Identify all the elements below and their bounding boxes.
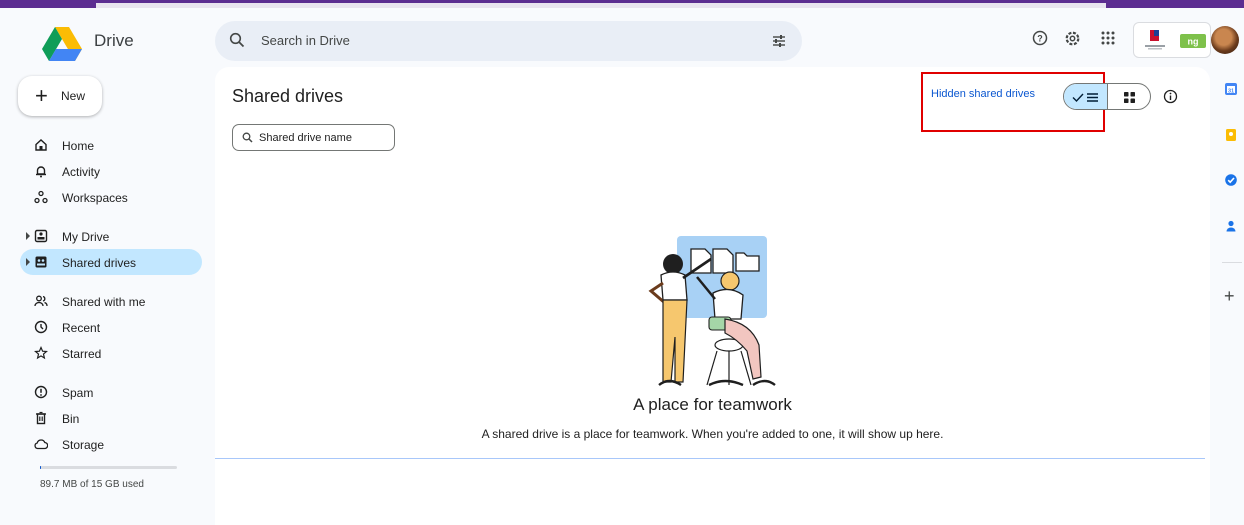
home-icon: [35, 139, 47, 151]
sidebar: + New Home Activity Workspaces My Drive …: [0, 66, 214, 525]
app-name[interactable]: Drive: [94, 31, 134, 51]
add-addon-plus-icon[interactable]: +: [1224, 286, 1235, 307]
trash-icon: [36, 411, 46, 425]
svg-text:ng: ng: [1188, 37, 1199, 47]
organization-logo-icon: [1145, 30, 1165, 50]
my-drive-icon: [34, 229, 48, 243]
shared-drive-name-filter[interactable]: Shared drive name: [232, 124, 395, 151]
empty-state-description: A shared drive is a place for teamwork. …: [481, 427, 944, 441]
bell-icon: [36, 166, 46, 178]
account-switcher[interactable]: ng: [1133, 22, 1211, 58]
content-divider: [215, 458, 1205, 459]
tasks-icon[interactable]: [1224, 173, 1238, 187]
new-button[interactable]: + New: [18, 76, 102, 116]
sidebar-item-label: Recent: [62, 321, 101, 335]
sidebar-item-label: Storage: [62, 438, 105, 452]
people-icon: [34, 295, 48, 307]
hidden-shared-drives-link[interactable]: Hidden shared drives: [931, 88, 1035, 100]
settings-icon[interactable]: [1064, 30, 1081, 47]
sidebar-item-label: Shared drives: [62, 256, 137, 270]
spam-icon: [34, 385, 48, 399]
sidebar-item-storage[interactable]: Storage: [20, 431, 202, 457]
new-button-label: New: [61, 89, 86, 103]
check-list-icon: [1072, 93, 1098, 103]
search-icon[interactable]: [229, 32, 245, 48]
search-icon: [242, 132, 253, 143]
plus-icon: +: [35, 83, 48, 108]
rail-divider: [1222, 262, 1242, 263]
sidebar-item-recent[interactable]: Recent: [20, 314, 202, 340]
sidebar-item-shared-drives[interactable]: Shared drives: [20, 249, 202, 275]
keep-icon[interactable]: [1224, 128, 1238, 142]
browser-top-strip: [0, 0, 1244, 8]
search-input[interactable]: Search in Drive: [261, 33, 350, 48]
side-panel-rail: 31 +: [1218, 66, 1244, 525]
workspaces-icon: [34, 190, 48, 204]
grid-icon: [1124, 92, 1135, 103]
expand-caret-icon[interactable]: [26, 232, 30, 240]
sidebar-item-my-drive[interactable]: My Drive: [20, 223, 202, 249]
shared-drives-icon: [35, 256, 47, 268]
view-toggle[interactable]: [1063, 83, 1151, 110]
sidebar-item-home[interactable]: Home: [20, 132, 202, 158]
storage-usage-text: 89.7 MB of 15 GB used: [40, 479, 144, 490]
app-header: Drive Search in Drive ? ng: [0, 8, 1244, 66]
sidebar-item-label: Bin: [62, 412, 80, 426]
cloud-icon: [34, 439, 48, 450]
calendar-icon[interactable]: 31: [1224, 82, 1238, 96]
svg-text:?: ?: [1037, 34, 1043, 44]
sidebar-item-label: Spam: [62, 386, 94, 400]
grid-view-button[interactable]: [1108, 84, 1150, 109]
avatar[interactable]: [1211, 26, 1239, 54]
sidebar-item-label: Starred: [62, 347, 102, 361]
star-icon: [34, 346, 48, 360]
sidebar-item-label: My Drive: [62, 230, 110, 244]
list-view-button[interactable]: [1064, 84, 1108, 109]
help-icon[interactable]: ?: [1032, 30, 1048, 46]
search-options-icon[interactable]: [771, 33, 787, 49]
svg-text:31: 31: [1228, 88, 1234, 94]
info-icon[interactable]: [1163, 89, 1178, 104]
sidebar-item-bin[interactable]: Bin: [20, 405, 202, 431]
storage-progress-bar: [40, 466, 177, 469]
filter-input[interactable]: Shared drive name: [259, 132, 352, 144]
expand-caret-icon[interactable]: [26, 258, 30, 266]
empty-state-title: A place for teamwork: [633, 395, 792, 414]
teamwork-illustration: [648, 236, 776, 387]
clock-icon: [34, 320, 48, 334]
contacts-icon[interactable]: [1224, 219, 1238, 233]
main-content: Shared drives Shared drive name Hidden s…: [215, 67, 1210, 525]
drive-logo-icon[interactable]: [42, 27, 82, 61]
sidebar-item-label: Workspaces: [62, 191, 128, 205]
search-bar[interactable]: Search in Drive: [215, 21, 802, 61]
sidebar-item-starred[interactable]: Starred: [20, 340, 202, 366]
sidebar-item-workspaces[interactable]: Workspaces: [20, 184, 202, 210]
apps-grid-icon[interactable]: [1100, 30, 1116, 46]
sidebar-item-spam[interactable]: Spam: [20, 379, 202, 405]
partner-logo-icon: ng: [1180, 34, 1206, 48]
storage-progress-fill: [40, 466, 41, 469]
sidebar-item-label: Home: [62, 139, 95, 153]
sidebar-item-label: Shared with me: [62, 295, 146, 309]
sidebar-item-activity[interactable]: Activity: [20, 158, 202, 184]
sidebar-item-shared-with-me[interactable]: Shared with me: [20, 288, 202, 314]
page-title: Shared drives: [232, 86, 344, 106]
sidebar-item-label: Activity: [62, 165, 101, 179]
